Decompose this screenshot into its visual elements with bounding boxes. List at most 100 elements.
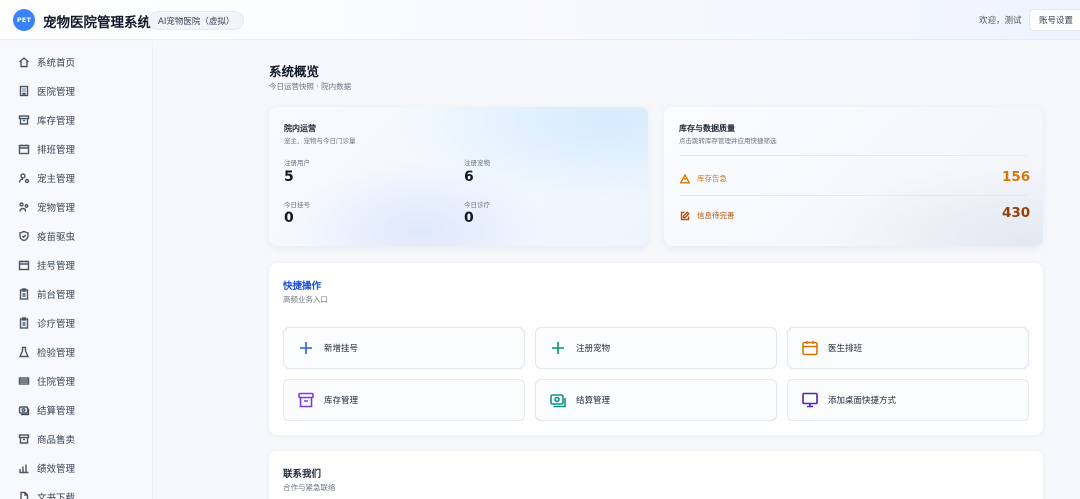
clipboard-icon (19, 288, 29, 300)
sidebar-item-hospital[interactable]: 医院管理 (18, 81, 75, 101)
add-desktop-shortcut-button[interactable]: 添加桌面快捷方式 (787, 379, 1029, 421)
money-icon (18, 406, 30, 416)
new-registration-button[interactable]: 新增挂号 (283, 327, 525, 369)
sidebar-item-label: 疫苗驱虫 (37, 232, 76, 243)
bar-chart-icon (19, 464, 29, 474)
sidebar-item-billing[interactable]: 结算管理 (18, 400, 75, 420)
low-stock-label: 库存告急 (697, 174, 727, 183)
stat-label-treatments: 今日诊疗 (464, 201, 490, 209)
sidebar-item-treatment[interactable]: 诊疗管理 (18, 313, 75, 333)
sidebar-item-documents[interactable]: 文书下载 (18, 487, 75, 499)
contact-subtitle: 合作与紧急联络 (283, 483, 336, 492)
app-title: 宠物医院管理系统 (43, 15, 151, 31)
calendar-icon (802, 341, 818, 356)
sidebar-item-inpatient[interactable]: 住院管理 (18, 371, 75, 391)
doctor-schedule-button[interactable]: 医生排班 (787, 327, 1029, 369)
sidebar-item-frontdesk[interactable]: 前台管理 (18, 284, 75, 304)
warning-icon (680, 173, 690, 183)
sidebar-item-label: 排班管理 (37, 145, 76, 156)
divider (680, 155, 1027, 156)
sidebar-item-label: 系统首页 (37, 58, 76, 69)
archive-icon (18, 434, 30, 444)
stat-label-users: 注册用户 (284, 159, 310, 167)
edit-icon (680, 210, 690, 220)
home-icon (19, 57, 29, 68)
sidebar-item-pets[interactable]: 宠物管理 (18, 197, 75, 217)
money-icon (550, 394, 566, 408)
stat-value-treatments: 0 (464, 210, 474, 226)
sidebar-item-vaccine[interactable]: 疫苗驱虫 (18, 226, 75, 246)
quick-actions-title: 快捷操作 (283, 281, 322, 292)
sidebar-item-label: 库存管理 (37, 116, 76, 127)
sidebar-item-label: 商品售卖 (37, 435, 76, 446)
button-label: 添加桌面快捷方式 (828, 396, 897, 406)
sidebar-item-label: 挂号管理 (37, 261, 76, 272)
calendar-icon (18, 144, 30, 155)
inventory-management-button[interactable]: 库存管理 (283, 379, 525, 421)
sidebar-item-lab[interactable]: 检验管理 (18, 342, 75, 362)
hospital-badge[interactable]: AI宠物医院（虚拟） (148, 11, 245, 30)
sidebar-item-label: 医院管理 (37, 87, 76, 98)
operations-subtitle: 宠主、宠物与今日门诊量 (284, 137, 356, 145)
incomplete-info-value[interactable]: 430 (1002, 205, 1030, 221)
archive-icon (18, 115, 30, 125)
sidebar-item-schedule[interactable]: 排班管理 (18, 139, 75, 159)
paw-icon (19, 202, 29, 212)
page-title: 系统概览 (269, 64, 320, 79)
button-label: 注册宠物 (576, 344, 611, 354)
stat-label-registrations: 今日挂号 (284, 201, 310, 209)
sidebar-item-inventory[interactable]: 库存管理 (18, 110, 75, 130)
register-pet-button[interactable]: 注册宠物 (535, 327, 777, 369)
sidebar-item-label: 宠主管理 (37, 174, 76, 185)
sidebar-item-label: 住院管理 (37, 377, 76, 388)
plus-icon (300, 342, 312, 354)
quick-actions-subtitle: 高频业务入口 (283, 295, 328, 304)
sidebar-item-label: 结算管理 (37, 406, 76, 417)
sidebar-item-retail[interactable]: 商品售卖 (18, 429, 75, 449)
plus-icon (552, 342, 564, 354)
sidebar-item-label: 诊疗管理 (37, 319, 76, 330)
sidebar-item-label: 绩效管理 (37, 464, 76, 475)
billing-management-button[interactable]: 结算管理 (535, 379, 777, 421)
sidebar-item-owners[interactable]: 宠主管理 (18, 168, 75, 188)
button-label: 新增挂号 (324, 344, 359, 354)
file-icon (20, 491, 29, 499)
sidebar: 系统首页 医院管理 库存管理 排班管理 宠主管理 宠物管理 疫苗驱虫 挂号管理 … (0, 41, 153, 499)
contact-card: 联系我们 合作与紧急联络 (269, 451, 1043, 499)
bed-icon (18, 377, 30, 385)
sidebar-item-home[interactable]: 系统首页 (18, 52, 75, 72)
sidebar-item-label: 检验管理 (37, 348, 76, 359)
user-cog-icon (18, 173, 30, 184)
sidebar-item-label: 宠物管理 (37, 203, 76, 214)
operations-card: 院内运营 宠主、宠物与今日门诊量 注册用户 5 注册宠物 6 今日挂号 0 今日… (269, 107, 648, 246)
welcome-text: 欢迎，测试 (979, 16, 1022, 26)
top-header: PET 宠物医院管理系统 AI宠物医院（虚拟） 欢迎，测试 账号设置 (0, 0, 1080, 40)
sidebar-item-label: 文书下载 (37, 493, 76, 499)
archive-icon (298, 392, 314, 408)
incomplete-info-label: 信息待完善 (697, 211, 735, 220)
button-label: 医生排班 (828, 344, 863, 354)
shield-icon (19, 230, 29, 242)
quick-actions-card: 快捷操作 高频业务入口 新增挂号 注册宠物 医生排班 库存管理 结算管理 添加桌… (269, 263, 1043, 435)
inventory-subtitle: 点击跳转库存管理并应用快捷筛选 (679, 137, 777, 145)
stat-value-pets: 6 (464, 169, 474, 185)
inventory-title: 库存与数据质量 (679, 124, 735, 133)
page-subtitle: 今日运营快照 · 院内数据 (269, 82, 352, 91)
contact-title: 联系我们 (283, 469, 322, 480)
account-settings-button[interactable]: 账号设置 (1029, 9, 1080, 31)
logo-icon: PET (13, 9, 35, 31)
sidebar-item-registration[interactable]: 挂号管理 (18, 255, 75, 275)
incomplete-info-filter[interactable]: 信息待完善 (680, 210, 735, 221)
calendar-icon (18, 260, 30, 271)
operations-title: 院内运营 (284, 124, 316, 133)
low-stock-value[interactable]: 156 (1002, 169, 1030, 185)
stat-label-pets: 注册宠物 (464, 159, 490, 167)
stat-value-users: 5 (284, 169, 294, 185)
low-stock-filter[interactable]: 库存告急 (680, 173, 727, 184)
sidebar-item-performance[interactable]: 绩效管理 (18, 458, 75, 478)
button-label: 结算管理 (576, 396, 611, 406)
stat-value-registrations: 0 (284, 210, 294, 226)
flask-icon (18, 346, 30, 358)
divider (680, 195, 1027, 196)
sidebar-item-label: 前台管理 (37, 290, 76, 301)
